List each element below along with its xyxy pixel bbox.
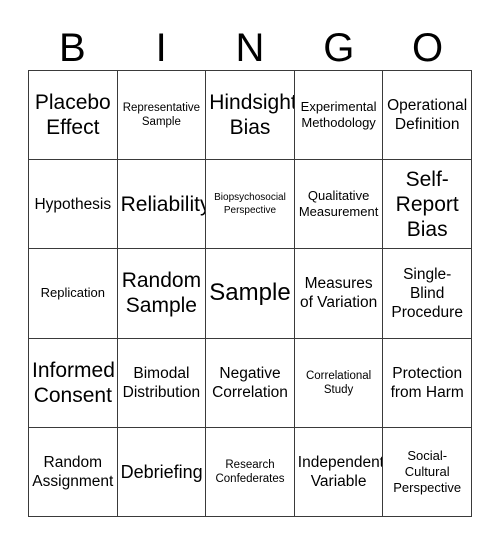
bingo-cell-label: Placebo Effect <box>34 91 111 140</box>
bingo-cell[interactable]: Bimodal Distribution <box>117 338 207 428</box>
bingo-cell[interactable]: Hindsight Bias <box>206 71 295 161</box>
bingo-cell-label: Debriefing <box>120 461 203 482</box>
bingo-cell[interactable]: Self-Report Bias <box>383 160 472 250</box>
bingo-cell[interactable]: Random Assignment <box>29 427 118 517</box>
bingo-cell-label: Representative Sample <box>122 102 201 129</box>
bingo-cell[interactable]: Measures of Variation <box>294 249 384 339</box>
bingo-cell[interactable]: Representative Sample <box>117 71 207 161</box>
bingo-cell-label: Correlational Study <box>305 369 372 396</box>
bingo-cell[interactable]: Independent Variable <box>294 427 384 517</box>
bingo-cell[interactable]: Debriefing <box>117 427 207 517</box>
bingo-header-letter-b: B <box>59 26 86 70</box>
bingo-cell[interactable]: Placebo Effect <box>29 71 118 161</box>
bingo-cell-label: Negative Correlation <box>212 364 288 401</box>
bingo-cell[interactable]: Operational Definition <box>383 71 472 161</box>
bingo-cell-label: Measures of Variation <box>299 275 378 312</box>
bingo-cell-label: Operational Definition <box>387 97 468 134</box>
bingo-cell[interactable]: Single-Blind Procedure <box>383 249 472 339</box>
bingo-cell-label: Qualitative Measurement <box>298 188 379 220</box>
bingo-card: B I N G O Placebo Effect Representative S… <box>0 0 500 544</box>
bingo-cell-label: Bimodal Distribution <box>122 364 201 401</box>
bingo-cell-label: Social-Cultural Perspective <box>393 447 462 495</box>
bingo-cell-label: Random Assignment <box>32 453 114 490</box>
bingo-cell[interactable]: Qualitative Measurement <box>294 160 384 250</box>
bingo-cell[interactable]: Research Confederates <box>206 427 295 517</box>
bingo-cell[interactable]: Hypothesis <box>29 160 118 250</box>
bingo-cell[interactable]: Social-Cultural Perspective <box>383 427 472 517</box>
bingo-cell-label: Protection from Harm <box>390 364 464 401</box>
bingo-cell-label: Sample <box>209 279 291 307</box>
bingo-cell[interactable]: Sample <box>206 249 295 339</box>
bingo-cell[interactable]: Correlational Study <box>294 338 384 428</box>
bingo-cell-label: Informed Consent <box>32 358 115 407</box>
bingo-cell-label: Reliability <box>120 192 207 216</box>
bingo-header-letter-n: N <box>235 26 265 70</box>
bingo-cell[interactable]: Replication <box>29 249 118 339</box>
bingo-cell[interactable]: Experimental Methodology <box>294 71 384 161</box>
bingo-cell-label: Biopsychosocial Perspective <box>214 192 286 217</box>
bingo-cell-label: Single-Blind Procedure <box>391 265 463 321</box>
bingo-cell[interactable]: Protection from Harm <box>383 338 472 428</box>
bingo-cell[interactable]: Biopsychosocial Perspective <box>206 160 295 250</box>
bingo-header-letter-i: I <box>155 26 167 70</box>
bingo-cell[interactable]: Reliability <box>117 160 207 250</box>
bingo-cell-label: Independent Variable <box>297 453 384 490</box>
bingo-cell[interactable]: Negative Correlation <box>206 338 295 428</box>
bingo-header-letter-o: O <box>412 26 444 70</box>
bingo-cell[interactable]: Informed Consent <box>29 338 118 428</box>
bingo-header-row: B I N G O <box>28 18 472 70</box>
bingo-cell-label: Hypothesis <box>34 195 112 213</box>
bingo-cell-label: Replication <box>40 285 105 301</box>
bingo-grid: Placebo Effect Representative Sample Hinds… <box>28 70 472 517</box>
bingo-header-letter-g: G <box>323 26 355 70</box>
bingo-cell-label: Research Confederates <box>215 458 285 485</box>
bingo-cell-label: Random Sample <box>121 269 202 318</box>
bingo-cell-label: Experimental Methodology <box>300 99 377 131</box>
bingo-cell-label: Hindsight Bias <box>209 91 295 140</box>
bingo-cell-label: Self-Report Bias <box>395 167 459 241</box>
bingo-cell[interactable]: Random Sample <box>117 249 207 339</box>
